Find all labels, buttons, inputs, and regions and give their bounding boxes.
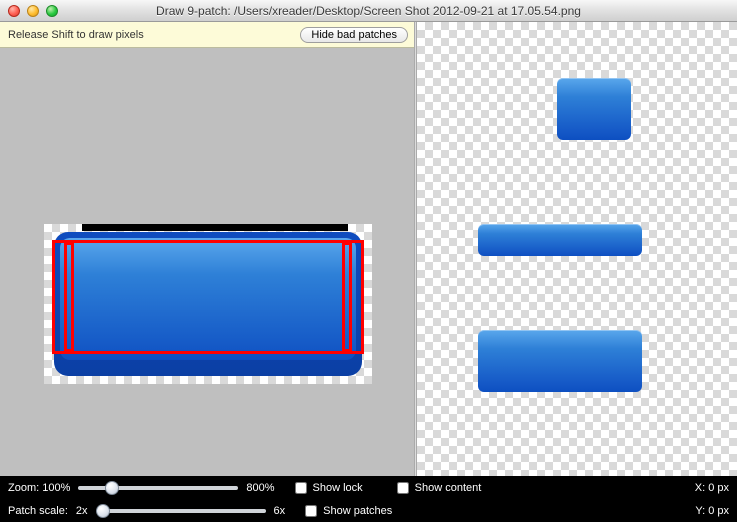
zoom-icon[interactable] bbox=[46, 5, 58, 17]
editor-canvas[interactable] bbox=[0, 48, 414, 476]
show-patches-checkbox[interactable]: Show patches bbox=[305, 505, 392, 517]
scale-max-label: 6x bbox=[274, 505, 286, 517]
show-content-label: Show content bbox=[415, 482, 482, 494]
preview-both bbox=[478, 330, 642, 392]
stretch-marker-top[interactable] bbox=[82, 224, 348, 231]
cursor-y: Y: 0 px bbox=[679, 505, 729, 517]
minimize-icon[interactable] bbox=[27, 5, 39, 17]
ninepatch-image[interactable] bbox=[44, 224, 372, 384]
window-titlebar: Draw 9-patch: /Users/xreader/Desktop/Scr… bbox=[0, 0, 737, 22]
scale-label: Patch scale: bbox=[8, 505, 68, 517]
show-lock-input[interactable] bbox=[295, 482, 307, 494]
patch-scale-slider[interactable] bbox=[96, 509, 266, 513]
preview-panel bbox=[417, 22, 737, 476]
show-patches-label: Show patches bbox=[323, 505, 392, 517]
traffic-lights bbox=[0, 5, 58, 17]
bottom-toolbar: Zoom: 100% 800% Show lock Show content X… bbox=[0, 476, 737, 522]
left-column: Release Shift to draw pixels Hide bad pa… bbox=[0, 22, 414, 476]
bad-patch-outline-left bbox=[64, 242, 74, 352]
show-patches-input[interactable] bbox=[305, 505, 317, 517]
hide-bad-patches-button[interactable]: Hide bad patches bbox=[300, 27, 408, 43]
show-content-input[interactable] bbox=[397, 482, 409, 494]
cursor-x: X: 0 px bbox=[679, 482, 729, 494]
show-content-checkbox[interactable]: Show content bbox=[397, 482, 482, 494]
preview-horizontal bbox=[478, 224, 642, 256]
workspace: Release Shift to draw pixels Hide bad pa… bbox=[0, 22, 737, 476]
zoom-slider[interactable] bbox=[78, 486, 238, 490]
show-lock-checkbox[interactable]: Show lock bbox=[295, 482, 363, 494]
preview-vertical bbox=[557, 78, 631, 140]
scale-min-label: 2x bbox=[76, 505, 88, 517]
window-title: Draw 9-patch: /Users/xreader/Desktop/Scr… bbox=[0, 4, 737, 18]
hint-text: Release Shift to draw pixels bbox=[8, 29, 144, 41]
close-icon[interactable] bbox=[8, 5, 20, 17]
hint-bar: Release Shift to draw pixels Hide bad pa… bbox=[0, 22, 414, 48]
bad-patch-outline-main bbox=[52, 240, 364, 354]
show-lock-label: Show lock bbox=[313, 482, 363, 494]
bad-patch-outline-right bbox=[342, 242, 352, 352]
zoom-label: Zoom: 100% bbox=[8, 482, 70, 494]
zoom-max-label: 800% bbox=[246, 482, 274, 494]
